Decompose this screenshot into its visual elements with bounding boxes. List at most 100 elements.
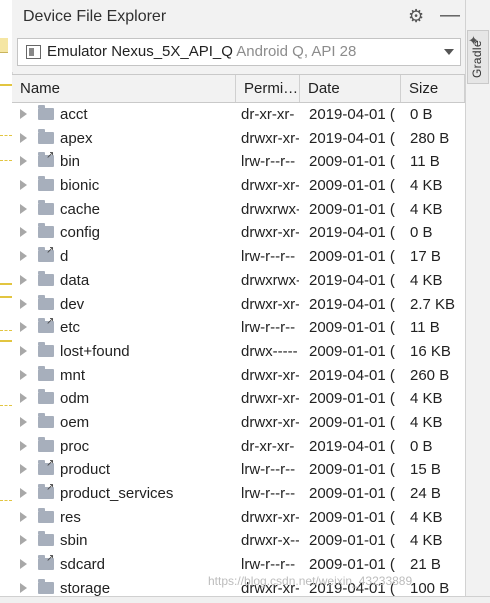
expand-arrow-icon[interactable] (20, 582, 27, 593)
expand-arrow-icon[interactable] (20, 488, 27, 498)
table-row[interactable]: config drwxr-xr- 2019-04-01 (0 B (12, 221, 465, 245)
expand-arrow-icon[interactable] (20, 511, 27, 522)
editor-guide-line (0, 84, 12, 86)
editor-highlight (0, 38, 8, 53)
column-header-date[interactable]: Date (300, 75, 401, 102)
editor-guide-line (0, 340, 12, 342)
editor-guide-line (0, 405, 12, 406)
editor-guide-line (0, 330, 12, 331)
file-size: 4 KB (410, 200, 443, 218)
device-name: Emulator Nexus_5X_API_Q Android Q, API 2… (47, 43, 357, 60)
file-name: product (60, 461, 111, 479)
panel-title: Device File Explorer (23, 8, 167, 25)
file-name: bin (60, 153, 81, 171)
symlink-folder-icon: ↗ (38, 151, 54, 168)
file-size: 15 B (410, 461, 441, 479)
file-name: cache (60, 200, 101, 218)
table-row[interactable]: mnt drwxr-xr- 2019-04-01 (260 B (12, 364, 465, 388)
table-row[interactable]: dev drwxr-xr- 2019-04-01 (2.7 KB (12, 293, 465, 317)
symlink-arrow-icon: ↗ (46, 245, 55, 257)
table-row[interactable]: ↗ bin lrw-r--r-- 2009-01-01 (11 B (12, 150, 465, 174)
table-row[interactable]: ↗ product_services lrw-r--r-- 2009-01-01 (2… (12, 482, 465, 506)
file-name: mnt (60, 366, 86, 384)
symlink-folder-icon: ↗ (38, 554, 54, 571)
column-header-size[interactable]: Size (401, 75, 465, 102)
expand-arrow-icon[interactable] (20, 109, 27, 119)
table-row[interactable]: sbin drwxr-x-- 2009-01-01 (4 KB (12, 529, 465, 553)
column-header-name[interactable]: Name (12, 75, 236, 102)
chevron-down-icon[interactable] (444, 49, 454, 55)
file-permissions: drwxr-xr- (241, 366, 299, 384)
table-row[interactable]: cache drwxrwx- 2009-01-01 (4 KB (12, 198, 465, 222)
folder-icon (38, 105, 54, 120)
folder-icon (38, 365, 54, 381)
file-permissions: drwxr-xr- (241, 129, 299, 147)
file-size: 4 KB (410, 177, 443, 195)
file-size: 0 B (410, 224, 433, 242)
expand-arrow-icon[interactable] (20, 156, 27, 167)
file-date: 2009-01-01 ( (309, 248, 395, 266)
table-row[interactable]: ↗ product lrw-r--r-- 2009-01-01 (15 B (12, 458, 465, 482)
expand-arrow-icon[interactable] (20, 274, 27, 285)
expand-arrow-icon[interactable] (20, 559, 27, 570)
expand-arrow-icon[interactable] (20, 203, 27, 214)
expand-arrow-icon[interactable] (20, 251, 27, 262)
expand-arrow-icon[interactable] (20, 227, 27, 238)
gear-icon[interactable]: ⚙ (408, 6, 424, 27)
table-row[interactable]: oem drwxr-xr- 2009-01-01 (4 KB (12, 411, 465, 435)
file-list: acct dr-xr-xr- 2019-04-01 (0 B apex drwxr-xr… (12, 103, 465, 600)
table-row[interactable]: ↗ etc lrw-r--r-- 2009-01-01 (11 B (12, 316, 465, 340)
file-name: apex (60, 129, 93, 147)
gradle-tab-label: Gradle (470, 40, 484, 78)
table-row[interactable]: res drwxr-xr- 2009-01-01 (4 KB (12, 506, 465, 530)
file-name: bionic (60, 177, 100, 195)
file-size: 2.7 KB (410, 295, 456, 313)
table-row[interactable]: bionic drwxr-xr- 2009-01-01 (4 KB (12, 174, 465, 198)
expand-arrow-icon[interactable] (20, 464, 27, 475)
column-header-permissions[interactable]: Permi… (236, 75, 300, 102)
watermark-text: https://blog.csdn.net/weixin_43233889 (208, 574, 413, 588)
table-row[interactable]: proc dr-xr-xr- 2019-04-01 (0 B (12, 435, 465, 459)
expand-arrow-icon[interactable] (20, 345, 27, 356)
expand-arrow-icon[interactable] (20, 132, 27, 143)
minimize-icon[interactable]: — (440, 4, 460, 27)
file-permissions: drwxr-xr- (241, 390, 299, 408)
table-row[interactable]: data drwxrwx- 2019-04-01 (4 KB (12, 269, 465, 293)
file-name: product_services (60, 485, 174, 502)
table-header: Name Permi… Date Size (12, 74, 465, 103)
file-name: sdcard (60, 556, 106, 574)
expand-arrow-icon[interactable] (20, 393, 27, 404)
file-name: d (60, 248, 69, 266)
file-name: acct (60, 106, 88, 123)
expand-arrow-icon[interactable] (20, 416, 27, 427)
file-name: lost+found (60, 342, 130, 360)
folder-icon (38, 270, 54, 286)
expand-arrow-icon[interactable] (20, 180, 27, 191)
expand-arrow-icon[interactable] (20, 440, 27, 451)
file-size: 0 B (410, 106, 433, 123)
file-size: 16 KB (410, 342, 451, 360)
table-row[interactable]: ↗ d lrw-r--r-- 2009-01-01 (17 B (12, 245, 465, 269)
expand-arrow-icon[interactable] (20, 369, 27, 380)
expand-arrow-icon[interactable] (20, 535, 27, 546)
folder-icon (38, 341, 54, 357)
device-selector[interactable]: Emulator Nexus_5X_API_Q Android Q, API 2… (17, 38, 461, 66)
file-size: 4 KB (410, 413, 443, 431)
table-row[interactable]: lost+found drwx----- 2009-01-01 (16 KB (12, 340, 465, 364)
symlink-arrow-icon: ↗ (46, 553, 55, 565)
symlink-folder-icon: ↗ (38, 483, 54, 499)
folder-icon (38, 412, 54, 428)
file-date: 2009-01-01 ( (309, 153, 395, 171)
folder-icon (38, 128, 54, 144)
expand-arrow-icon[interactable] (20, 322, 27, 333)
file-size: 4 KB (410, 390, 443, 408)
table-row[interactable]: acct dr-xr-xr- 2019-04-01 (0 B (12, 103, 465, 127)
table-row[interactable]: apex drwxr-xr- 2019-04-01 (280 B (12, 127, 465, 151)
expand-arrow-icon[interactable] (20, 298, 27, 309)
folder-icon (38, 223, 54, 239)
table-row[interactable]: odm drwxr-xr- 2009-01-01 (4 KB (12, 387, 465, 411)
file-permissions: drwxrwx- (241, 271, 299, 289)
file-date: 2009-01-01 ( (309, 413, 395, 431)
file-size: 0 B (410, 437, 433, 455)
file-permissions: lrw-r--r-- (241, 461, 296, 479)
